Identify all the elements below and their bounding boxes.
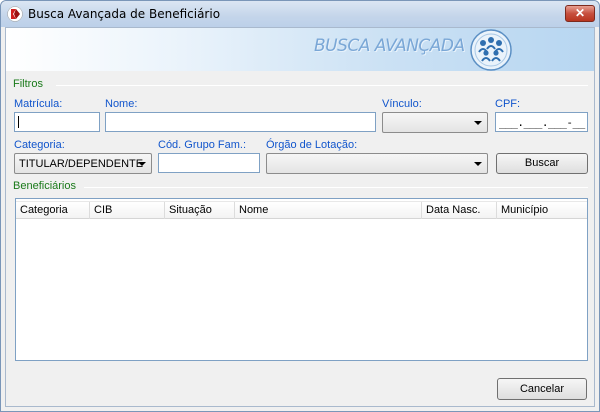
column-header-situacao[interactable]: Situação	[165, 202, 235, 219]
orgao-select[interactable]	[266, 153, 488, 174]
column-header-categoria[interactable]: Categoria	[16, 202, 90, 219]
column-header-municipio[interactable]: Município	[497, 202, 587, 219]
categoria-select[interactable]: TITULAR/DEPENDENTE	[14, 153, 152, 174]
chevron-down-icon	[138, 162, 146, 166]
filters-group-label: Filtros	[13, 78, 47, 90]
cpf-mask: ___.___.___-__	[499, 116, 585, 129]
results-group-label: Beneficiários	[13, 180, 80, 192]
search-button[interactable]: Buscar	[496, 153, 588, 174]
beneficiarios-grid[interactable]: Categoria CIB Situação Nome Data Nasc. M…	[15, 198, 588, 361]
column-header-nome[interactable]: Nome	[235, 202, 422, 219]
dialog-window: Busca Avançada de Beneficiário ✕ BUSCA A…	[0, 0, 600, 412]
title-bar[interactable]: Busca Avançada de Beneficiário ✕	[1, 1, 599, 27]
cpf-label: CPF:	[495, 98, 521, 110]
people-group-logo-icon	[470, 29, 512, 71]
matricula-label: Matrícula:	[14, 98, 63, 110]
filters-group-divider	[56, 85, 588, 86]
categoria-value: TITULAR/DEPENDENTE	[19, 158, 144, 170]
close-icon: ✕	[574, 6, 586, 20]
close-button[interactable]: ✕	[565, 5, 595, 22]
results-group-divider	[84, 187, 588, 188]
nome-input[interactable]	[105, 112, 376, 132]
vinculo-label: Vínculo:	[382, 98, 422, 110]
chevron-down-icon	[474, 121, 482, 125]
app-icon	[7, 6, 23, 22]
cod-grupo-input[interactable]	[158, 153, 260, 173]
banner-title: BUSCA AVANÇADA	[314, 36, 465, 56]
window-title: Busca Avançada de Beneficiário	[28, 7, 221, 21]
chevron-down-icon	[474, 162, 482, 166]
vinculo-select[interactable]	[382, 112, 488, 133]
column-header-cib[interactable]: CIB	[90, 202, 165, 219]
nome-label: Nome:	[105, 98, 138, 110]
categoria-label: Categoria:	[14, 139, 65, 151]
cod-grupo-label: Cód. Grupo Fam.:	[158, 139, 247, 151]
column-header-data-nasc[interactable]: Data Nasc.	[422, 202, 497, 219]
text-caret	[18, 116, 19, 128]
matricula-input[interactable]	[14, 112, 100, 132]
dialog-client-area: BUSCA AVANÇADA Filtros Matrícula: Nome: …	[5, 27, 595, 407]
cpf-input[interactable]: ___.___.___-__	[495, 112, 588, 132]
header-banner: BUSCA AVANÇADA	[6, 28, 594, 71]
cancel-button[interactable]: Cancelar	[497, 378, 587, 400]
orgao-label: Órgão de Lotação:	[266, 139, 358, 151]
grid-header-row: Categoria CIB Situação Nome Data Nasc. M…	[16, 201, 587, 219]
